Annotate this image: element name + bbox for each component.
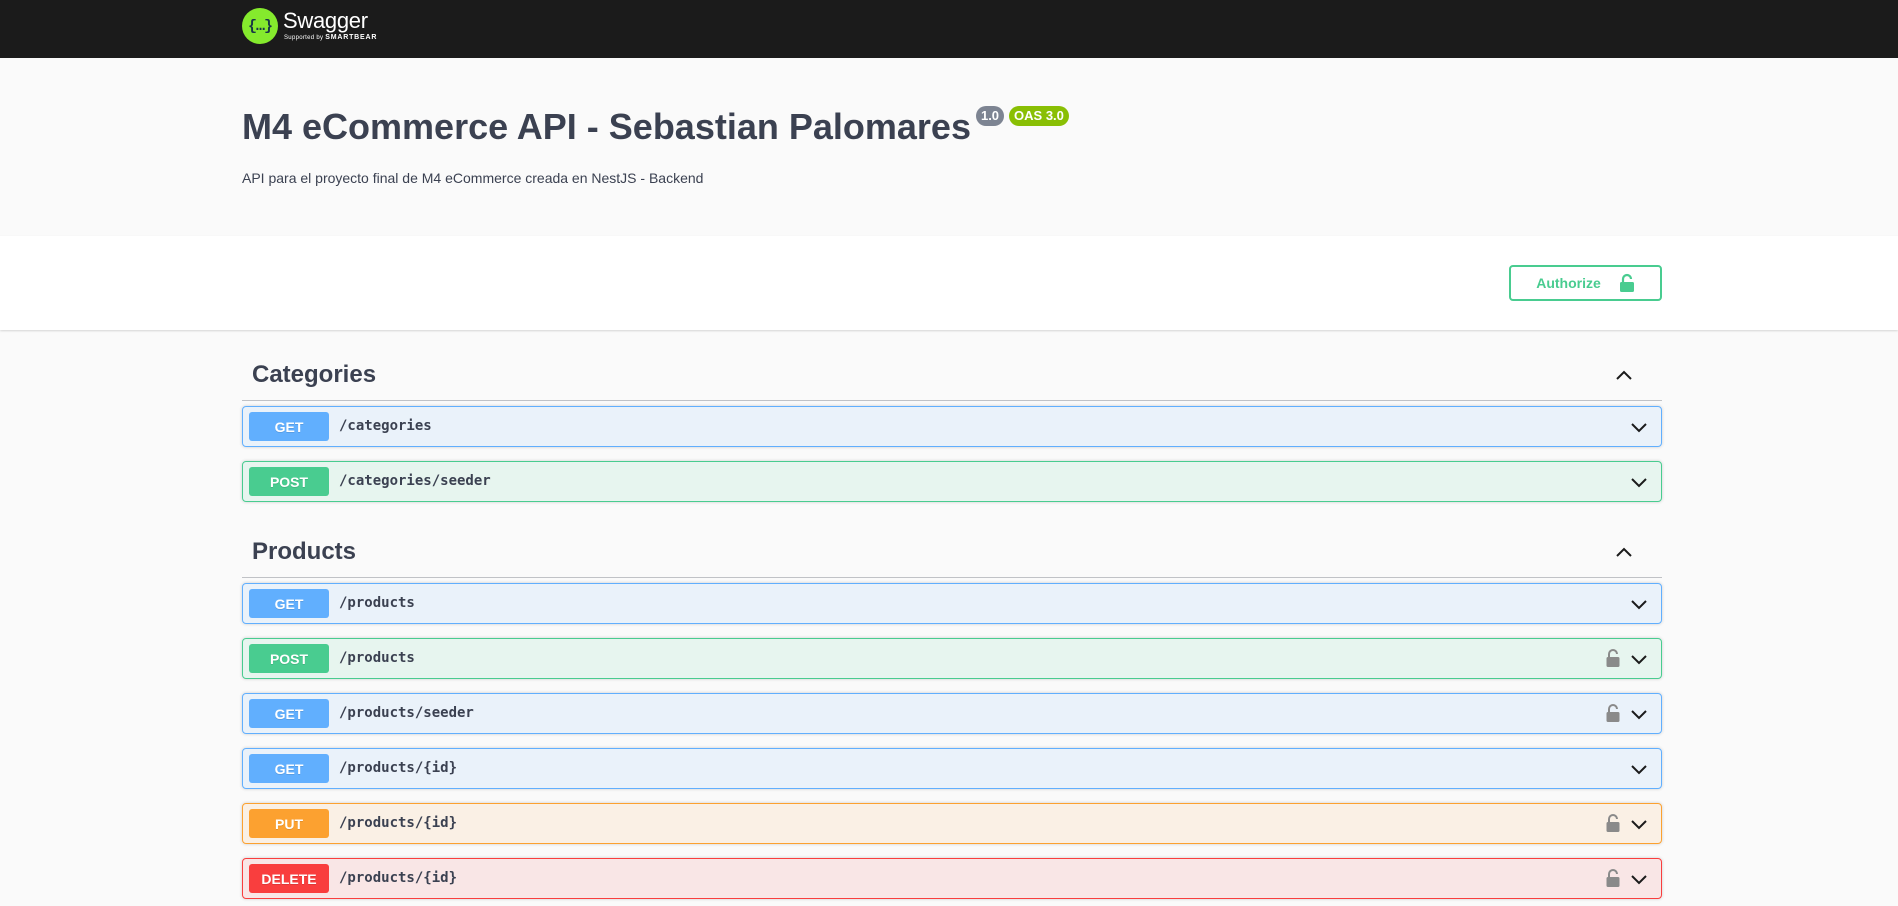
method-badge: GET — [249, 412, 329, 441]
operation-get-products[interactable]: GET /products — [242, 583, 1662, 624]
operation-post-products[interactable]: POST /products — [242, 638, 1662, 679]
brand-text: Swagger Supported by SMARTBEAR — [283, 8, 377, 42]
operation-get-products-id[interactable]: GET /products/{id} — [242, 748, 1662, 789]
chevron-down-icon[interactable] — [1629, 869, 1649, 889]
brand-sub-prefix: Supported by — [284, 35, 324, 41]
swagger-logo-link[interactable]: {…} Swagger Supported by SMARTBEAR — [242, 8, 377, 48]
operation-path: /products/{id} — [339, 815, 458, 831]
operation-get-products-seeder[interactable]: GET /products/seeder — [242, 693, 1662, 734]
scheme-container: Authorize — [0, 236, 1898, 330]
title-row: M4 eCommerce API - Sebastian Palomares 1… — [242, 106, 1069, 148]
operation-path: /products/{id} — [339, 760, 458, 776]
lock-icon[interactable] — [1605, 703, 1621, 723]
chevron-down-icon[interactable] — [1629, 704, 1649, 724]
operation-path: /products — [339, 595, 415, 611]
operation-post-categories-seeder[interactable]: POST /categories/seeder — [242, 461, 1662, 502]
tag-header-products[interactable]: Products — [242, 512, 1662, 578]
operation-path: /products/{id} — [339, 870, 458, 886]
brand-sub-company: SMARTBEAR — [325, 34, 378, 41]
chevron-down-icon[interactable] — [1629, 417, 1649, 437]
method-badge: PUT — [249, 809, 329, 838]
operation-path: /categories/seeder — [339, 473, 491, 489]
page-title: M4 eCommerce API - Sebastian Palomares — [242, 106, 971, 147]
operation-put-products-id[interactable]: PUT /products/{id} — [242, 803, 1662, 844]
tag-header-categories[interactable]: Categories — [242, 330, 1662, 401]
chevron-down-icon[interactable] — [1629, 649, 1649, 669]
operations-list: Categories GET /categories POST /categor… — [242, 330, 1662, 899]
operation-path: /products/seeder — [339, 705, 474, 721]
api-info: M4 eCommerce API - Sebastian Palomares 1… — [0, 58, 1898, 236]
authorize-button[interactable]: Authorize — [1509, 265, 1662, 301]
unlock-icon — [1619, 273, 1634, 292]
method-badge: GET — [249, 589, 329, 618]
method-badge: GET — [249, 699, 329, 728]
operation-delete-products-id[interactable]: DELETE /products/{id} — [242, 858, 1662, 899]
lock-icon[interactable] — [1605, 648, 1621, 668]
chevron-up-icon[interactable] — [1612, 541, 1636, 565]
topbar: {…} Swagger Supported by SMARTBEAR — [0, 0, 1898, 58]
chevron-down-icon[interactable] — [1629, 594, 1649, 614]
oas-badge: OAS 3.0 — [1009, 106, 1069, 126]
chevron-down-icon[interactable] — [1629, 472, 1649, 492]
lock-icon[interactable] — [1605, 813, 1621, 833]
chevron-down-icon[interactable] — [1629, 759, 1649, 779]
chevron-down-icon[interactable] — [1629, 814, 1649, 834]
method-badge: DELETE — [249, 864, 329, 893]
brand-subtitle: Supported by SMARTBEAR — [284, 34, 377, 42]
version-badge: 1.0 — [975, 106, 1005, 126]
chevron-up-icon[interactable] — [1612, 364, 1636, 388]
method-badge: POST — [249, 467, 329, 496]
api-description: API para el proyecto final de M4 eCommer… — [242, 170, 704, 186]
method-badge: POST — [249, 644, 329, 673]
brand-name: Swagger — [283, 8, 368, 33]
operation-get-categories[interactable]: GET /categories — [242, 406, 1662, 447]
method-badge: GET — [249, 754, 329, 783]
tag-title: Categories — [252, 361, 377, 388]
tag-title: Products — [252, 538, 357, 565]
lock-icon[interactable] — [1605, 868, 1621, 888]
operation-path: /categories — [339, 418, 432, 434]
operation-path: /products — [339, 650, 415, 666]
swagger-logo-icon: {…} — [242, 8, 278, 44]
authorize-label: Authorize — [1536, 275, 1601, 291]
